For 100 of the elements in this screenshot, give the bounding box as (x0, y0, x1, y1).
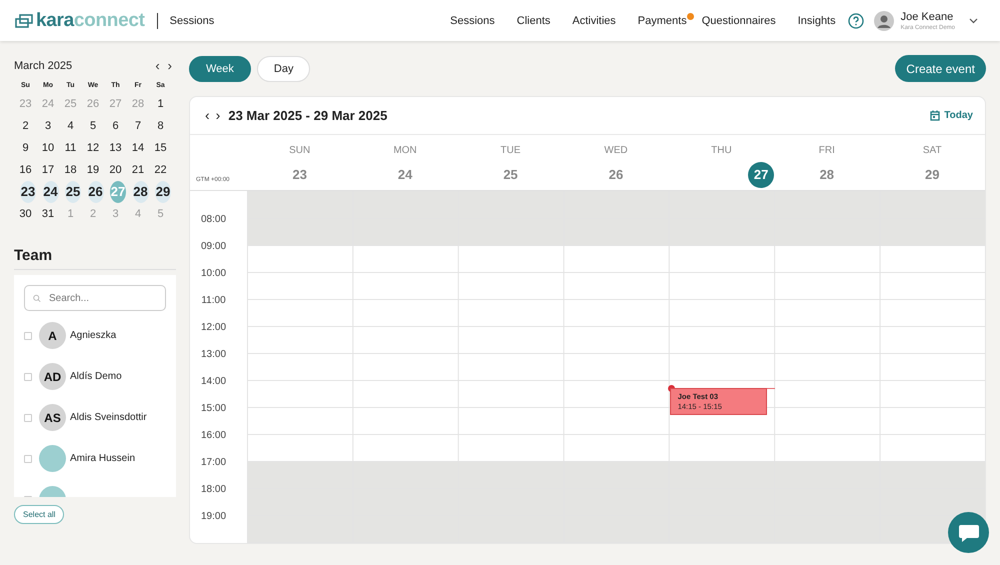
calendar-day[interactable]: 12 (82, 137, 104, 159)
time-label: 18:00 (200, 484, 226, 495)
calendar-day[interactable]: 29 (155, 181, 171, 203)
calendar-day[interactable]: 24 (42, 181, 58, 203)
nav-link[interactable]: Sessions (450, 14, 495, 26)
create-event-button[interactable]: Create event (895, 55, 986, 82)
day-number: 27 (748, 162, 774, 188)
time-slot-row[interactable] (247, 516, 985, 543)
weekday-label: THU (711, 144, 732, 156)
calendar-icon (930, 110, 940, 121)
previous-month-button[interactable]: ‹ (151, 60, 164, 72)
calendar-day[interactable]: 31 (38, 203, 58, 225)
calendar-day[interactable]: 17 (38, 159, 58, 181)
calendar-day[interactable]: 15 (150, 137, 171, 159)
calendar-day[interactable]: 21 (128, 159, 148, 181)
logo-wordmark: karaconnect (36, 10, 145, 32)
time-label: 12:00 (200, 322, 226, 333)
calendar-day[interactable]: 28 (132, 181, 148, 203)
view-tab[interactable]: Day (256, 56, 310, 82)
nav-link[interactable]: Activities (572, 14, 616, 26)
chat-button[interactable] (948, 512, 989, 553)
day-number: 26 (608, 166, 624, 184)
calendar-day[interactable]: 2 (15, 115, 36, 137)
time-label: 08:00 (200, 214, 226, 225)
page-title: Sessions (170, 14, 214, 26)
time-label: 11:00 (201, 295, 226, 306)
search-field[interactable]: Search... (24, 285, 166, 311)
avatar-initials: AD (39, 363, 66, 390)
time-label: 17:00 (200, 457, 226, 468)
calendar-day[interactable]: 30 (15, 203, 36, 225)
chevron-down-icon[interactable] (969, 18, 978, 24)
time-label: 13:00 (200, 349, 226, 360)
avatar-initials: A (39, 322, 66, 349)
next-week-button[interactable]: › (212, 107, 224, 124)
previous-week-button[interactable]: ‹ (202, 107, 213, 124)
member-name: Amira Hussein (70, 453, 136, 464)
search-input[interactable]: Search... (47, 292, 157, 304)
checkbox[interactable] (24, 454, 32, 462)
calendar-day[interactable]: 10 (38, 137, 58, 159)
calendar-day[interactable]: 6 (105, 115, 126, 137)
calendar-day[interactable]: 9 (15, 137, 36, 159)
calendar-day[interactable]: 5 (82, 115, 104, 137)
weekday-label: SUN (289, 144, 310, 156)
search-icon (33, 292, 41, 304)
time-slot-row[interactable] (247, 408, 985, 435)
calendar-day[interactable]: 4 (60, 115, 81, 137)
calendar-day[interactable]: 18 (60, 159, 81, 181)
avatar-initials: AS (39, 404, 66, 431)
avatar-photo (39, 445, 66, 472)
checkbox[interactable] (24, 414, 32, 422)
weekday-label: TUE (500, 144, 521, 156)
user-name: Joe Keane (900, 10, 954, 22)
view-tab[interactable]: Week (189, 56, 251, 82)
time-label: 16:00 (200, 430, 226, 441)
calendar-day[interactable]: 23 (20, 181, 36, 203)
calendar-day[interactable]: 7 (128, 115, 148, 137)
next-month-button[interactable]: › (164, 60, 176, 72)
checkbox[interactable] (24, 332, 32, 340)
nav-link[interactable]: Clients (516, 14, 550, 26)
user-avatar[interactable] (874, 10, 894, 30)
day-number: 29 (924, 166, 940, 184)
calendar-day[interactable]: 13 (105, 137, 126, 159)
nav-link[interactable]: Payments (638, 14, 687, 26)
weekday-label: WED (604, 144, 628, 156)
today-button[interactable]: Today (930, 110, 973, 121)
day-number: 28 (818, 166, 836, 184)
checkbox[interactable] (24, 372, 32, 380)
nav-link[interactable]: Insights (798, 14, 836, 26)
calendar-day[interactable]: 3 (38, 115, 58, 137)
time-label: 09:00 (200, 241, 226, 252)
weekday-label: MON (393, 144, 417, 156)
time-label: 15:00 (200, 403, 226, 414)
day-number: 25 (502, 166, 519, 184)
team-heading: Team (14, 247, 176, 270)
month-label: March 2025 (14, 60, 74, 72)
time-slot-row[interactable] (247, 381, 985, 408)
logo-icon (15, 14, 33, 28)
member-name: Aldis Sveinsdottir (70, 412, 147, 423)
calendar-day[interactable]: 22 (150, 159, 171, 181)
member-name: Aldís Demo (70, 371, 122, 382)
day-number: 24 (396, 166, 414, 184)
member-name: Agnieszka (70, 330, 116, 341)
date-range: 23 Mar 2025 - 29 Mar 2025 (228, 108, 388, 123)
calendar-day[interactable]: 8 (150, 115, 171, 137)
calendar-day[interactable]: 25 (65, 181, 81, 203)
day-number: 23 (291, 166, 308, 184)
nav-link[interactable]: Questionnaires (702, 14, 776, 26)
calendar-day[interactable]: 26 (88, 181, 104, 203)
time-label: 10:00 (200, 268, 226, 279)
calendar-day[interactable]: 19 (82, 159, 104, 181)
weekday-label: SAT (922, 144, 942, 156)
calendar-day[interactable]: 14 (128, 137, 148, 159)
select-all-button[interactable]: Select all (14, 505, 64, 524)
calendar-day[interactable]: 20 (105, 159, 126, 181)
chat-bubble-icon (958, 522, 980, 542)
help-icon[interactable] (848, 12, 864, 28)
calendar-day[interactable]: 16 (15, 159, 36, 181)
calendar-day[interactable]: 11 (60, 137, 81, 159)
weekday-label: FRI (818, 144, 835, 156)
calendar-day[interactable]: 1 (150, 93, 171, 115)
